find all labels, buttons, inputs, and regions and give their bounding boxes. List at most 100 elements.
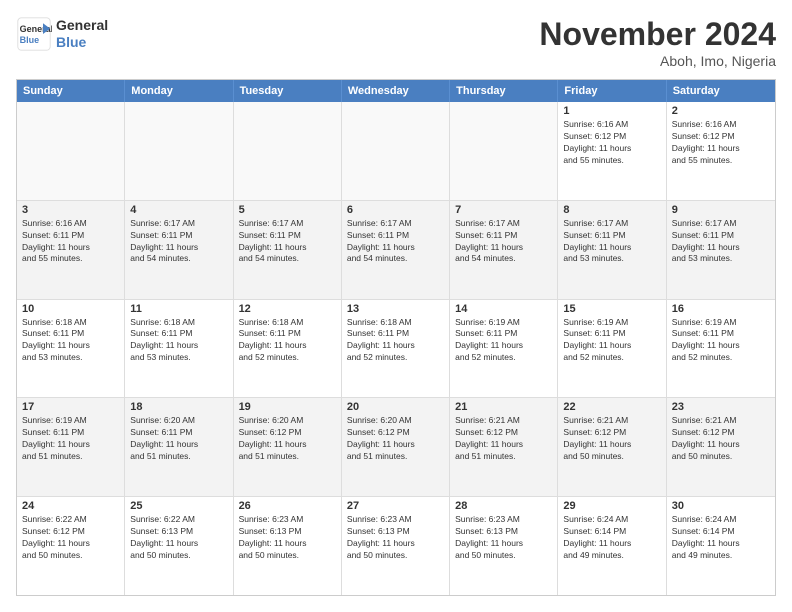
calendar-week-4: 17 Sunrise: 6:19 AMSunset: 6:11 PMDayligh… [17,398,775,497]
header-day-saturday: Saturday [667,80,775,102]
day-info: Sunrise: 6:16 AMSunset: 6:12 PMDaylight:… [563,119,660,167]
day-info: Sunrise: 6:22 AMSunset: 6:12 PMDaylight:… [22,514,119,562]
day-number: 14 [455,303,552,315]
day-info: Sunrise: 6:19 AMSunset: 6:11 PMDaylight:… [672,317,770,365]
day-cell-2: 2 Sunrise: 6:16 AMSunset: 6:12 PMDaylight… [667,102,775,200]
day-info: Sunrise: 6:19 AMSunset: 6:11 PMDaylight:… [563,317,660,365]
svg-text:Blue: Blue [20,35,40,45]
day-cell-16: 16 Sunrise: 6:19 AMSunset: 6:11 PMDayligh… [667,300,775,398]
day-number: 29 [563,500,660,512]
day-cell-25: 25Sunrise: 6:22 AMSunset: 6:13 PMDayligh… [125,497,233,595]
day-info: Sunrise: 6:19 AMSunset: 6:11 PMDaylight:… [455,317,552,365]
day-cell-7: 7Sunrise: 6:17 AMSunset: 6:11 PMDaylight… [450,201,558,299]
day-cell-18: 18 Sunrise: 6:20 AMSunset: 6:11 PMDayligh… [125,398,233,496]
day-number: 30 [672,500,770,512]
day-cell-23: 23 Sunrise: 6:21 AMSunset: 6:12 PMDayligh… [667,398,775,496]
day-cell-12: 12 Sunrise: 6:18 AMSunset: 6:11 PMDayligh… [234,300,342,398]
day-cell-9: 9Sunrise: 6:17 AMSunset: 6:11 PMDaylight… [667,201,775,299]
header-day-monday: Monday [125,80,233,102]
day-number: 17 [22,401,119,413]
location-subtitle: Aboh, Imo, Nigeria [539,53,776,69]
title-block: November 2024 Aboh, Imo, Nigeria [539,16,776,69]
calendar-week-2: 3 Sunrise: 6:16 AMSunset: 6:11 PMDaylight… [17,201,775,300]
day-number: 12 [239,303,336,315]
day-cell-21: 21 Sunrise: 6:21 AMSunset: 6:12 PMDayligh… [450,398,558,496]
day-cell-20: 20 Sunrise: 6:20 AMSunset: 6:12 PMDayligh… [342,398,450,496]
day-number: 9 [672,204,770,216]
day-number: 26 [239,500,336,512]
day-number: 22 [563,401,660,413]
empty-cell [450,102,558,200]
day-cell-22: 22 Sunrise: 6:21 AMSunset: 6:12 PMDayligh… [558,398,666,496]
day-info: Sunrise: 6:23 AMSunset: 6:13 PMDaylight:… [239,514,336,562]
day-number: 4 [130,204,227,216]
empty-cell [125,102,233,200]
day-number: 8 [563,204,660,216]
day-number: 13 [347,303,444,315]
day-number: 6 [347,204,444,216]
day-info: Sunrise: 6:18 AMSunset: 6:11 PMDaylight:… [130,317,227,365]
day-cell-17: 17 Sunrise: 6:19 AMSunset: 6:11 PMDayligh… [17,398,125,496]
day-info: Sunrise: 6:21 AMSunset: 6:12 PMDaylight:… [672,415,770,463]
day-number: 24 [22,500,119,512]
day-info: Sunrise: 6:24 AMSunset: 6:14 PMDaylight:… [563,514,660,562]
day-number: 18 [130,401,227,413]
day-info: Sunrise: 6:23 AMSunset: 6:13 PMDaylight:… [347,514,444,562]
day-info: Sunrise: 6:17 AMSunset: 6:11 PMDaylight:… [130,218,227,266]
logo-icon: General Blue [16,16,52,52]
day-cell-30: 30Sunrise: 6:24 AMSunset: 6:14 PMDayligh… [667,497,775,595]
day-cell-14: 14 Sunrise: 6:19 AMSunset: 6:11 PMDayligh… [450,300,558,398]
logo-text-general: General [56,17,108,34]
day-cell-5: 5Sunrise: 6:17 AMSunset: 6:11 PMDaylight… [234,201,342,299]
day-number: 23 [672,401,770,413]
day-info: Sunrise: 6:18 AMSunset: 6:11 PMDaylight:… [347,317,444,365]
empty-cell [17,102,125,200]
day-cell-28: 28Sunrise: 6:23 AMSunset: 6:13 PMDayligh… [450,497,558,595]
day-info: Sunrise: 6:23 AMSunset: 6:13 PMDaylight:… [455,514,552,562]
day-info: Sunrise: 6:16 AMSunset: 6:12 PMDaylight:… [672,119,770,167]
calendar-week-3: 10 Sunrise: 6:18 AMSunset: 6:11 PMDayligh… [17,300,775,399]
day-info: Sunrise: 6:19 AMSunset: 6:11 PMDaylight:… [22,415,119,463]
day-cell-26: 26 Sunrise: 6:23 AMSunset: 6:13 PMDayligh… [234,497,342,595]
day-number: 15 [563,303,660,315]
page: General Blue General Blue November 2024 … [0,0,792,612]
day-cell-1: 1Sunrise: 6:16 AMSunset: 6:12 PMDaylight… [558,102,666,200]
day-number: 20 [347,401,444,413]
day-info: Sunrise: 6:17 AMSunset: 6:11 PMDaylight:… [347,218,444,266]
day-cell-3: 3 Sunrise: 6:16 AMSunset: 6:11 PMDaylight… [17,201,125,299]
day-cell-6: 6 Sunrise: 6:17 AMSunset: 6:11 PMDaylight… [342,201,450,299]
day-cell-29: 29 Sunrise: 6:24 AMSunset: 6:14 PMDayligh… [558,497,666,595]
day-info: Sunrise: 6:20 AMSunset: 6:11 PMDaylight:… [130,415,227,463]
day-cell-27: 27 Sunrise: 6:23 AMSunset: 6:13 PMDayligh… [342,497,450,595]
day-info: Sunrise: 6:18 AMSunset: 6:11 PMDaylight:… [239,317,336,365]
day-number: 21 [455,401,552,413]
logo: General Blue General Blue [16,16,108,52]
header-day-sunday: Sunday [17,80,125,102]
header-day-friday: Friday [558,80,666,102]
day-info: Sunrise: 6:16 AMSunset: 6:11 PMDaylight:… [22,218,119,266]
day-info: Sunrise: 6:20 AMSunset: 6:12 PMDaylight:… [347,415,444,463]
day-info: Sunrise: 6:17 AMSunset: 6:11 PMDaylight:… [563,218,660,266]
day-number: 11 [130,303,227,315]
day-number: 16 [672,303,770,315]
day-info: Sunrise: 6:20 AMSunset: 6:12 PMDaylight:… [239,415,336,463]
day-info: Sunrise: 6:17 AMSunset: 6:11 PMDaylight:… [239,218,336,266]
day-info: Sunrise: 6:21 AMSunset: 6:12 PMDaylight:… [455,415,552,463]
calendar-week-1: 1Sunrise: 6:16 AMSunset: 6:12 PMDaylight… [17,102,775,201]
header-day-tuesday: Tuesday [234,80,342,102]
day-info: Sunrise: 6:17 AMSunset: 6:11 PMDaylight:… [455,218,552,266]
day-cell-11: 11 Sunrise: 6:18 AMSunset: 6:11 PMDayligh… [125,300,233,398]
day-cell-15: 15 Sunrise: 6:19 AMSunset: 6:11 PMDayligh… [558,300,666,398]
header-day-wednesday: Wednesday [342,80,450,102]
day-number: 27 [347,500,444,512]
day-info: Sunrise: 6:18 AMSunset: 6:11 PMDaylight:… [22,317,119,365]
day-info: Sunrise: 6:22 AMSunset: 6:13 PMDaylight:… [130,514,227,562]
day-number: 2 [672,105,770,117]
day-number: 3 [22,204,119,216]
day-info: Sunrise: 6:21 AMSunset: 6:12 PMDaylight:… [563,415,660,463]
day-cell-10: 10 Sunrise: 6:18 AMSunset: 6:11 PMDayligh… [17,300,125,398]
header: General Blue General Blue November 2024 … [16,16,776,69]
day-cell-13: 13 Sunrise: 6:18 AMSunset: 6:11 PMDayligh… [342,300,450,398]
day-number: 10 [22,303,119,315]
day-cell-24: 24 Sunrise: 6:22 AMSunset: 6:12 PMDayligh… [17,497,125,595]
